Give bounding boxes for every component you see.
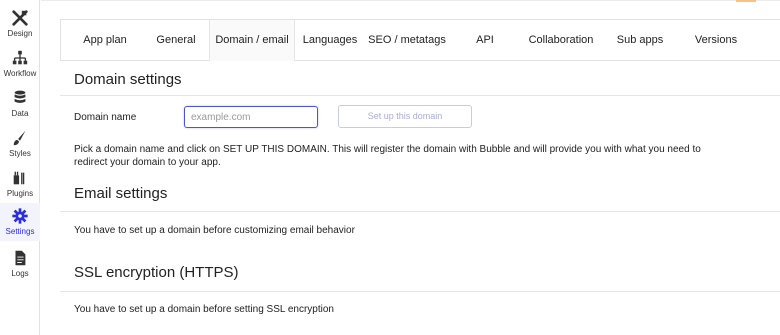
sidebar-item-data[interactable]: Data xyxy=(0,85,40,125)
tab-sub-apps[interactable]: Sub apps xyxy=(601,20,679,61)
sidebar-item-settings[interactable]: Settings xyxy=(0,203,40,241)
gear-icon xyxy=(12,208,28,224)
section-divider xyxy=(60,95,780,96)
sidebar-item-plugins[interactable]: Plugins xyxy=(0,165,40,205)
sidebar-item-styles[interactable]: Styles xyxy=(0,125,40,165)
domain-description: Pick a domain name and click on SET UP T… xyxy=(74,144,701,168)
tab-versions[interactable]: Versions xyxy=(679,20,753,61)
section-divider xyxy=(60,291,780,292)
sidebar-item-label: Logs xyxy=(11,269,29,278)
section-divider xyxy=(60,211,780,212)
domain-name-input[interactable] xyxy=(184,106,318,128)
tab-domain-email[interactable]: Domain / email xyxy=(209,20,295,61)
sidebar-item-label: Settings xyxy=(5,227,35,236)
left-sidebar: Design Workflow Data Styles Plugins Sett… xyxy=(0,0,40,335)
tab-general[interactable]: General xyxy=(143,20,209,61)
sidebar-item-logs[interactable]: Logs xyxy=(0,245,40,285)
logs-icon xyxy=(15,250,26,266)
tab-app-plan[interactable]: App plan xyxy=(67,20,143,61)
sidebar-item-label: Design xyxy=(7,29,33,38)
sidebar-item-label: Workflow xyxy=(3,69,37,78)
design-icon xyxy=(12,10,28,26)
sidebar-item-workflow[interactable]: Workflow xyxy=(0,45,40,85)
sidebar-item-label: Data xyxy=(11,109,29,118)
sidebar-item-label: Styles xyxy=(9,149,31,158)
workflow-icon xyxy=(12,50,28,65)
sidebar-item-design[interactable]: Design xyxy=(0,5,40,45)
tab-seo-metatags[interactable]: SEO / metatags xyxy=(365,20,449,61)
styles-icon xyxy=(13,130,26,146)
top-divider xyxy=(41,0,780,1)
email-settings-message: You have to set up a domain before custo… xyxy=(74,225,355,236)
data-icon xyxy=(14,90,26,103)
plugins-icon xyxy=(13,171,25,185)
tab-languages[interactable]: Languages xyxy=(295,20,365,61)
top-accent-bar xyxy=(736,0,756,2)
sidebar-item-label: Plugins xyxy=(6,189,34,198)
domain-settings-title: Domain settings xyxy=(74,71,182,88)
domain-name-label: Domain name xyxy=(74,112,137,123)
email-settings-title: Email settings xyxy=(74,185,168,202)
ssl-settings-message: You have to set up a domain before setti… xyxy=(74,304,334,315)
tab-collaboration[interactable]: Collaboration xyxy=(521,20,601,61)
set-up-domain-button[interactable]: Set up this domain xyxy=(338,105,472,128)
settings-tabs: App plan General Domain / email Language… xyxy=(60,19,780,61)
tab-api[interactable]: API xyxy=(449,20,521,61)
ssl-settings-title: SSL encryption (HTTPS) xyxy=(74,264,239,281)
